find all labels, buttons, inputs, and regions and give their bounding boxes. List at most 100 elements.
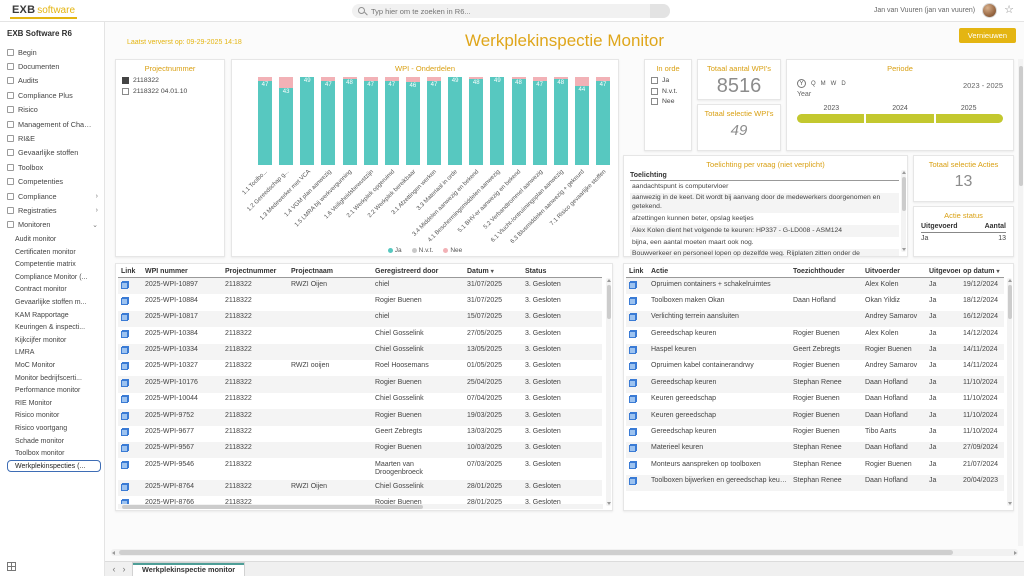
sidebar-monitor-item[interactable]: Gevaarlijke stoffen m... — [7, 296, 101, 309]
open-record-link-icon[interactable] — [121, 281, 129, 289]
canvas-horizontal-scrollbar[interactable] — [111, 549, 1018, 556]
chart-bar[interactable]: 48 — [343, 77, 357, 165]
col-geregistreerd-door[interactable]: Geregistreerd door — [372, 265, 464, 278]
horizontal-scrollbar[interactable] — [118, 504, 603, 509]
open-record-link-icon[interactable] — [629, 362, 637, 370]
open-record-link-icon[interactable] — [629, 412, 637, 420]
zoom-level-letter[interactable]: Q — [811, 81, 816, 87]
report-tab-werkplekinspectie[interactable]: Werkplekinspectie monitor — [132, 562, 245, 576]
bar-segment-ja[interactable]: 47 — [321, 81, 335, 165]
sidebar-monitor-item[interactable]: MoC Monitor — [7, 359, 101, 372]
open-record-link-icon[interactable] — [121, 412, 129, 420]
bar-segment-ja[interactable]: 49 — [490, 77, 504, 165]
sidebar-monitor-item[interactable]: Compliance Monitor (... — [7, 271, 101, 284]
bar-segment-ja[interactable]: 49 — [448, 77, 462, 165]
scrollbar-thumb[interactable] — [607, 285, 611, 319]
bar-segment-ja[interactable]: 47 — [364, 81, 378, 165]
periode-slider-segment[interactable] — [866, 114, 933, 123]
col-op-datum[interactable]: op datum — [960, 265, 1004, 278]
legend-item[interactable]: Ja — [388, 247, 402, 254]
actie-table-row[interactable]: Keuren gereedschap Rogier Buenen Daan Ho… — [626, 409, 1004, 425]
sidebar-item[interactable]: Compliance › — [7, 189, 101, 203]
bar-segment-ja[interactable]: 47 — [596, 81, 610, 165]
open-record-link-icon[interactable] — [121, 444, 129, 452]
col-link[interactable]: Link — [118, 265, 142, 278]
actie-table-row[interactable]: Gereedschap keuren Rogier Buenen Alex Ko… — [626, 327, 1004, 343]
checkbox-icon[interactable] — [651, 77, 658, 84]
user-avatar[interactable] — [982, 3, 997, 18]
wpi-table-row[interactable]: 2025-WPI-9677 2118322 Geert Zebregts 13/… — [118, 426, 602, 442]
bar-segment-ja[interactable]: 48 — [554, 79, 568, 165]
refresh-button[interactable]: Vernieuwen — [959, 28, 1016, 43]
wpi-table-row[interactable]: 2025-WPI-9546 2118322 Maarten van Drooge… — [118, 458, 602, 480]
col-uitgevoerd[interactable]: Uitgevoerd — [926, 265, 960, 278]
zoom-level-letter[interactable]: Y — [797, 79, 806, 88]
filter-option[interactable]: Ja — [651, 77, 685, 84]
chart-bar[interactable]: 47 — [427, 77, 441, 165]
chart-bar[interactable]: 47 — [596, 77, 610, 165]
chart-bar[interactable]: 48 — [512, 77, 526, 165]
open-record-link-icon[interactable] — [629, 477, 637, 485]
open-record-link-icon[interactable] — [121, 428, 129, 436]
actie-table-row[interactable]: Gereedschap keuren Stephan Renee Daan Ho… — [626, 376, 1004, 392]
actie-table-row[interactable]: Monteurs aanspreken op toolboxen Stephan… — [626, 458, 1004, 474]
open-record-link-icon[interactable] — [629, 444, 637, 452]
window-grid-icon[interactable] — [7, 562, 16, 571]
vertical-scrollbar[interactable] — [606, 278, 611, 506]
sidebar-item[interactable]: Risico — [7, 103, 101, 117]
col-datum[interactable]: Datum — [464, 265, 522, 278]
scrollbar-thumb[interactable] — [1019, 66, 1023, 186]
chart-bar[interactable]: 49 — [490, 77, 504, 165]
sidebar-monitor-item[interactable]: Risico monitor — [7, 409, 101, 422]
open-record-link-icon[interactable] — [121, 313, 129, 321]
legend-item[interactable]: Nee — [443, 247, 462, 254]
actie-table-row[interactable]: Opruimen kabel containerandrwy Rogier Bu… — [626, 360, 1004, 376]
actie-table-row[interactable]: Gereedschap keuren Rogier Buenen Tibo Aa… — [626, 426, 1004, 442]
col-actie[interactable]: Actie — [648, 265, 790, 278]
actie-table-row[interactable]: Opruimen containers + schakelruimtes Ale… — [626, 278, 1004, 295]
open-record-link-icon[interactable] — [629, 281, 637, 289]
open-record-link-icon[interactable] — [629, 379, 637, 387]
sidebar-item[interactable]: Documenten — [7, 59, 101, 73]
tab-prev-icon[interactable] — [109, 562, 119, 576]
wpi-table-row[interactable]: 2025-WPI-10897 2118322 RWZI Oijen chiel … — [118, 278, 602, 295]
col-wpi-nummer[interactable]: WPI nummer — [142, 265, 222, 278]
actie-table-row[interactable]: Materieel keuren Stephan Renee Daan Hofl… — [626, 442, 1004, 458]
wpi-table-row[interactable]: 2025-WPI-8764 2118322 RWZI Oijen Chiel G… — [118, 480, 602, 496]
bar-segment-ja[interactable]: 47 — [385, 81, 399, 165]
scrollbar-thumb[interactable] — [1008, 285, 1012, 319]
open-record-link-icon[interactable] — [629, 395, 637, 403]
col-uitvoerder[interactable]: Uitvoerder — [862, 265, 926, 278]
sidebar-item[interactable]: Audits — [7, 74, 101, 88]
chart-bar[interactable]: 49 — [300, 77, 314, 165]
chart-bar[interactable]: 44 — [575, 77, 589, 165]
wpi-table-row[interactable]: 2025-WPI-10327 2118322 RWZI ooijen Roel … — [118, 360, 602, 376]
bar-segment-nee[interactable] — [575, 77, 589, 86]
actie-table-row[interactable]: Toolboxen maken Okan Daan Hofland Okan Y… — [626, 294, 1004, 310]
open-record-link-icon[interactable] — [629, 461, 637, 469]
filter-option[interactable]: 2118322 — [122, 77, 218, 84]
open-record-link-icon[interactable] — [121, 461, 129, 469]
zoom-level-letter[interactable]: D — [841, 81, 845, 87]
actie-status-row[interactable]: Ja 13 — [921, 233, 1006, 243]
sidebar-item[interactable]: Compliance Plus — [7, 88, 101, 102]
open-record-link-icon[interactable] — [629, 346, 637, 354]
actie-table-row[interactable]: Haspel keuren Geert Zebregts Rogier Buen… — [626, 344, 1004, 360]
wpi-table-row[interactable]: 2025-WPI-9752 2118322 Rogier Buenen 19/0… — [118, 409, 602, 425]
col-projectnaam[interactable]: Projectnaam — [288, 265, 372, 278]
tab-next-icon[interactable] — [119, 562, 129, 576]
bar-segment-ja[interactable]: 46 — [406, 82, 420, 165]
sidebar-monitor-item[interactable]: Keuringen & inspecti... — [7, 321, 101, 334]
wpi-table-row[interactable]: 2025-WPI-10176 2118322 Rogier Buenen 25/… — [118, 376, 602, 392]
bar-segment-nee[interactable] — [279, 77, 293, 88]
sidebar-item[interactable]: Registraties › — [7, 203, 101, 217]
filter-option[interactable]: 2118322 04.01.10 — [122, 88, 218, 95]
chart-bar[interactable]: 47 — [385, 77, 399, 165]
sidebar-item[interactable]: Toolbox — [7, 160, 101, 174]
favorite-star-icon[interactable] — [1004, 5, 1014, 16]
chart-bar[interactable]: 48 — [554, 77, 568, 165]
checkbox-icon[interactable] — [122, 88, 129, 95]
scrollbar-thumb[interactable] — [122, 505, 423, 509]
periode-slider-segment[interactable] — [797, 114, 864, 123]
zoom-level-letter[interactable]: W — [831, 81, 837, 87]
